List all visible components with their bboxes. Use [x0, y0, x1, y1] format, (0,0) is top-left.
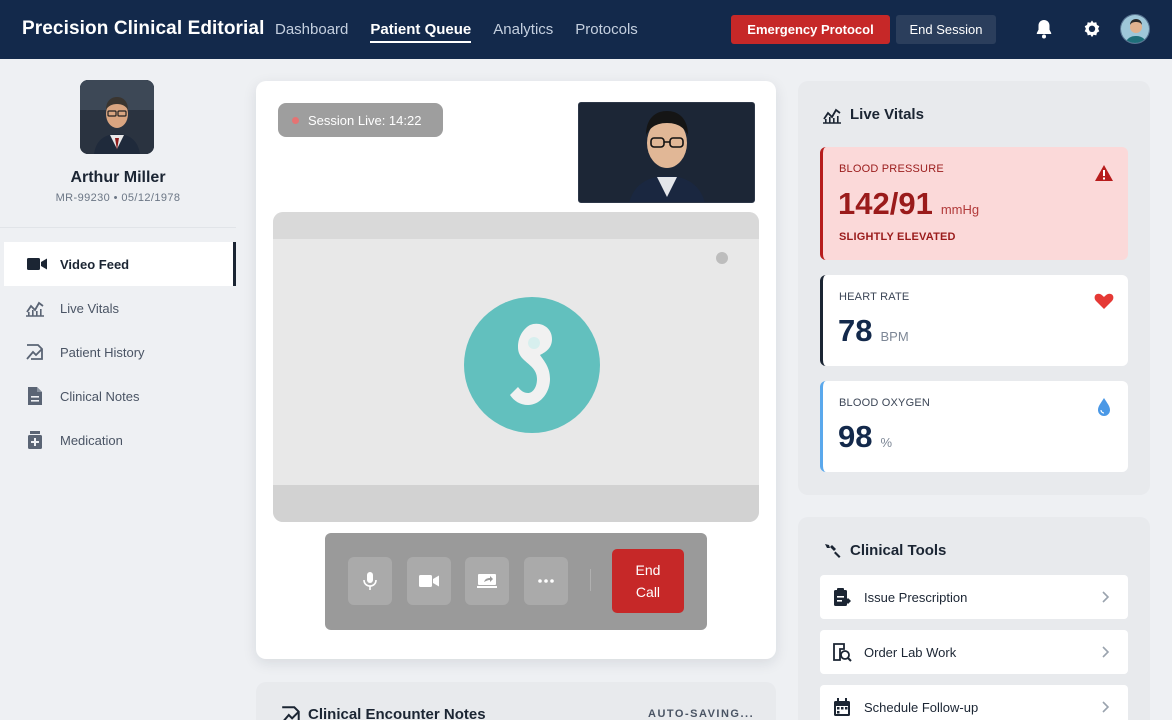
top-nav-bar: Precision Clinical Editorial Dashboard P…: [0, 0, 1172, 59]
nav-patient-queue[interactable]: Patient Queue: [370, 0, 471, 59]
order-lab-work-button[interactable]: Order Lab Work: [820, 630, 1128, 674]
vitals-chart-icon: [24, 297, 46, 319]
placeholder-figure-icon: [510, 323, 552, 405]
hr-value-group: 78 BPM: [838, 313, 909, 349]
sidebar-item-label: Medication: [60, 432, 123, 448]
sidebar-item-medication[interactable]: Medication: [4, 418, 236, 462]
emergency-protocol-button[interactable]: Emergency Protocol: [731, 15, 890, 44]
bp-unit: mmHg: [940, 202, 980, 217]
tool-label: Order Lab Work: [864, 644, 957, 660]
medication-icon: [24, 429, 46, 451]
bp-value-group: 142/91 mmHg: [838, 186, 979, 222]
feed-top-bar: [273, 212, 759, 239]
sidebar-item-label: Patient History: [60, 344, 145, 360]
spo2-label: BLOOD OXYGEN: [839, 397, 931, 409]
notes-title: Clinical Encounter Notes: [308, 706, 486, 720]
camera-toggle-button[interactable]: [407, 557, 451, 605]
user-avatar-icon: [1121, 15, 1149, 43]
history-icon: [24, 341, 46, 363]
tool-label: Issue Prescription: [864, 589, 968, 605]
mute-button[interactable]: [348, 557, 392, 605]
gear-icon[interactable]: [1080, 17, 1104, 41]
app-title: Precision Clinical Editorial: [22, 18, 265, 39]
prescription-icon: [834, 588, 851, 606]
sidebar-item-label: Live Vitals: [60, 300, 120, 316]
more-dots-icon: [538, 579, 554, 583]
tools-icon: [824, 544, 841, 558]
nav-analytics[interactable]: Analytics: [493, 0, 553, 59]
chevron-right-icon: [1102, 591, 1110, 603]
video-icon: [26, 253, 48, 275]
hr-label: HEART RATE: [839, 291, 910, 303]
document-icon: [24, 385, 46, 407]
sidebar-item-video-feed[interactable]: Video Feed: [4, 242, 236, 286]
camera-dot-icon: [716, 252, 728, 264]
autosave-status: AUTO-SAVING...: [648, 708, 755, 720]
spo2-value-group: 98%: [838, 419, 892, 455]
bell-icon[interactable]: [1032, 17, 1056, 41]
doctor-self-view[interactable]: [578, 102, 755, 203]
live-indicator-dot: [292, 116, 299, 124]
sidebar-item-patient-history[interactable]: Patient History: [4, 330, 236, 374]
sidebar: Arthur Miller MR-99230 • 05/12/1978 Vide…: [0, 59, 236, 720]
end-call-button[interactable]: End Call: [612, 549, 684, 613]
sidebar-item-clinical-notes[interactable]: Clinical Notes: [4, 374, 236, 418]
sidebar-item-live-vitals[interactable]: Live Vitals: [4, 286, 236, 330]
video-consult-card: Session Live: 14:22 End Call: [256, 81, 776, 659]
water-drop-icon: [1098, 398, 1110, 416]
video-placeholder-logo: [464, 297, 600, 433]
warning-triangle-icon: [1095, 165, 1113, 181]
clinical-tools-panel: Clinical Tools Issue Prescription Order …: [798, 517, 1150, 720]
live-vitals-panel: Live Vitals BLOOD PRESSURE 142/91 mmHg SL…: [798, 81, 1150, 495]
sidebar-divider: [0, 227, 236, 228]
session-timer: Session Live: 14:22: [308, 112, 422, 128]
nav-dashboard[interactable]: Dashboard: [275, 0, 348, 59]
bp-label: BLOOD PRESSURE: [839, 163, 944, 175]
blood-pressure-card[interactable]: BLOOD PRESSURE 142/91 mmHg SLIGHTLY ELEVA…: [820, 147, 1128, 260]
heart-rate-card[interactable]: HEART RATE 78 BPM: [820, 275, 1128, 366]
patient-portrait-icon: [80, 80, 154, 154]
chevron-right-icon: [1102, 646, 1110, 658]
screen-share-icon: [477, 574, 497, 588]
hr-unit: BPM: [880, 329, 909, 344]
patient-photo: [80, 80, 154, 154]
spo2-unit: %: [880, 435, 893, 450]
sidebar-item-label: Clinical Notes: [60, 388, 140, 404]
end-session-button[interactable]: End Session: [896, 15, 996, 44]
chevron-right-icon: [1102, 701, 1110, 713]
nav-protocols[interactable]: Protocols: [575, 0, 638, 59]
sidebar-item-label: Video Feed: [60, 256, 130, 272]
video-camera-icon: [419, 575, 439, 587]
lab-icon: [833, 643, 852, 662]
blood-oxygen-card[interactable]: BLOOD OXYGEN 98%: [820, 381, 1128, 472]
schedule-follow-up-button[interactable]: Schedule Follow-up: [820, 685, 1128, 720]
bp-status: SLIGHTLY ELEVATED: [839, 231, 956, 243]
controls-divider: [590, 569, 591, 591]
vitals-chart-icon: [823, 108, 841, 124]
patient-name: Arthur Miller: [70, 169, 166, 186]
hr-value: 78: [838, 313, 873, 348]
vitals-title: Live Vitals: [850, 106, 924, 123]
calendar-icon: [834, 698, 850, 716]
screen-share-button[interactable]: [465, 557, 509, 605]
doctor-portrait-icon: [579, 103, 754, 202]
call-controls: End Call: [325, 533, 707, 630]
patient-video-feed[interactable]: [273, 212, 759, 522]
notes-history-icon: [282, 706, 300, 720]
more-options-button[interactable]: [524, 557, 568, 605]
clinical-notes-card: Clinical Encounter Notes AUTO-SAVING...: [256, 682, 776, 720]
issue-prescription-button[interactable]: Issue Prescription: [820, 575, 1128, 619]
main-nav: Dashboard Patient Queue Analytics Protoc…: [275, 0, 660, 59]
microphone-icon: [363, 572, 377, 590]
spo2-value: 98: [838, 419, 873, 454]
tools-title: Clinical Tools: [850, 542, 947, 559]
feed-bottom-bar: [273, 485, 759, 522]
heart-icon: [1094, 293, 1114, 309]
patient-record-meta: MR-99230 • 05/12/1978: [55, 192, 181, 204]
bp-value: 142/91: [838, 186, 933, 221]
tool-label: Schedule Follow-up: [864, 699, 979, 715]
user-avatar[interactable]: [1120, 14, 1150, 44]
session-status-badge: Session Live: 14:22: [278, 103, 443, 137]
